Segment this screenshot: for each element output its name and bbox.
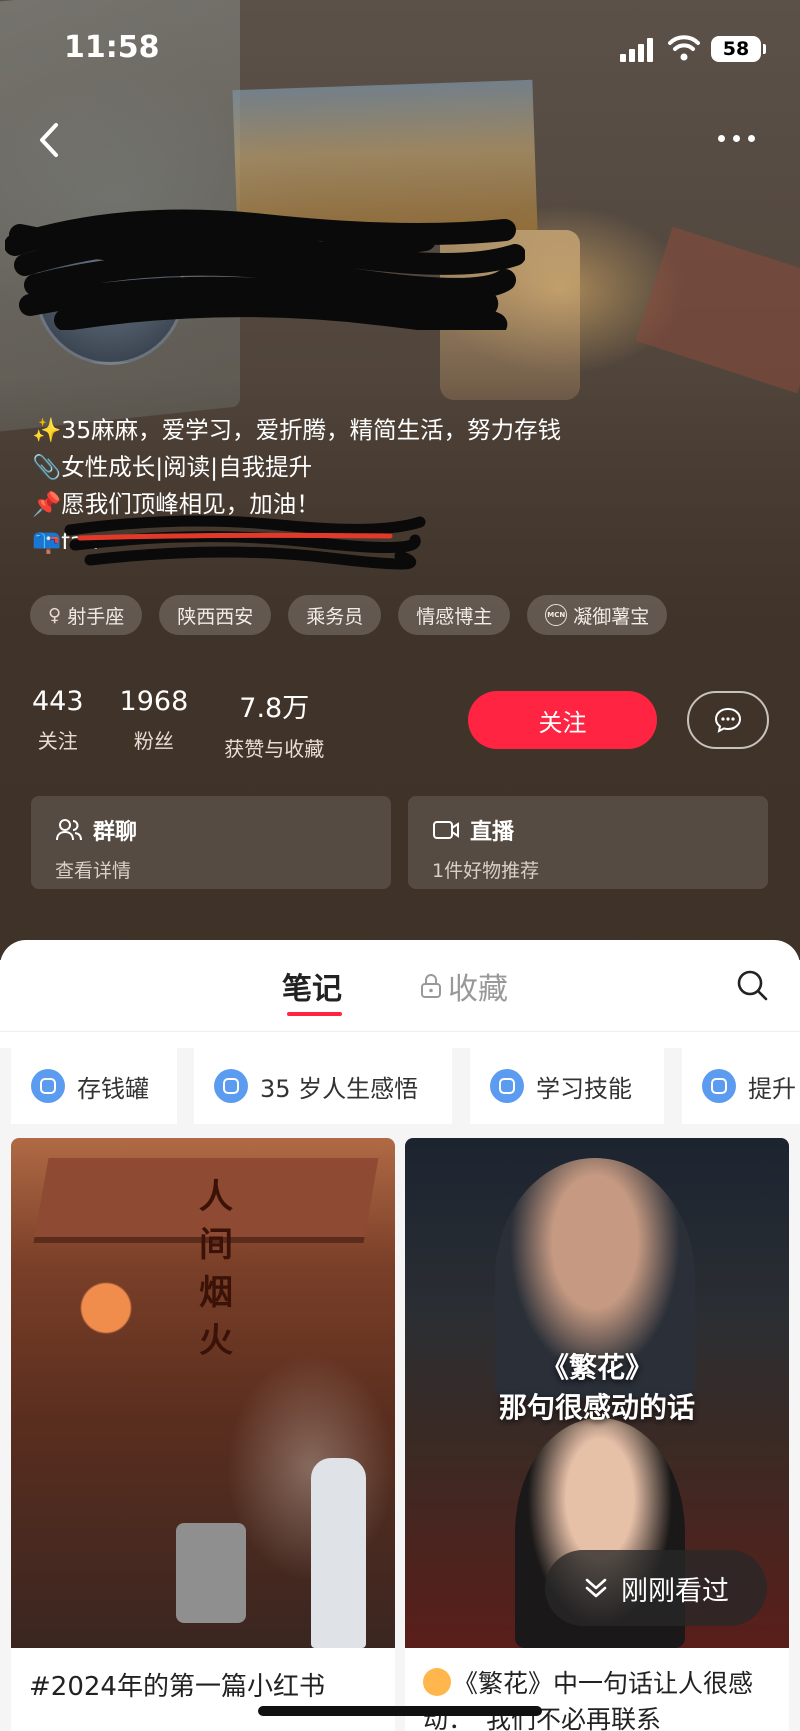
card-title: 群聊 — [93, 820, 138, 845]
redaction-scribble — [5, 209, 525, 330]
tag-category[interactable]: 情感博主 — [398, 595, 511, 635]
background-photo-book — [635, 226, 800, 394]
note-card[interactable]: 人间烟火 #2024年的第一篇小红书 — [11, 1138, 395, 1731]
tab-bar: 笔记 收藏 — [0, 940, 800, 1032]
collection-item[interactable]: 35 岁人生感悟 — [194, 1048, 452, 1124]
female-icon: ♀ — [48, 604, 62, 626]
group-icon — [56, 819, 82, 841]
status-time: 11:58 — [64, 30, 160, 65]
stat-followers[interactable]: 1968 粉丝 — [120, 686, 189, 762]
lock-icon — [421, 974, 441, 998]
tag-label: 情感博主 — [416, 605, 493, 628]
tab-favorites-label: 收藏 — [448, 972, 508, 1007]
collection-list: 存钱罐 35 岁人生感悟 学习技能 提升 — [0, 1048, 800, 1124]
bio-line: 📎女性成长|阅读|自我提升 — [32, 453, 313, 481]
stat-value: 1968 — [119, 686, 189, 717]
tag-zodiac[interactable]: ♀ 射手座 — [30, 595, 143, 635]
collection-item[interactable]: 提升 — [682, 1048, 800, 1124]
crying-face-icon — [423, 1668, 451, 1696]
tab-notes[interactable]: 笔记 — [282, 964, 342, 1008]
collection-item[interactable]: 存钱罐 — [11, 1048, 177, 1124]
more-options-icon[interactable] — [718, 128, 768, 148]
card-title: 直播 — [470, 820, 515, 845]
person-figure — [311, 1458, 366, 1648]
profile-tags: ♀ 射手座 陕西西安 乘务员 情感博主 MCN 凝御薯宝 — [30, 595, 668, 635]
stat-label: 粉丝 — [133, 729, 174, 753]
cover-overlay-title: 《繁花》 那句很感动的话 — [405, 1348, 789, 1428]
collection-label: 存钱罐 — [77, 1074, 149, 1103]
collection-label: 提升 — [748, 1074, 796, 1103]
collection-icon — [490, 1069, 524, 1103]
live-icon — [433, 821, 459, 839]
cover-text: 人间烟火 — [199, 1177, 233, 1361]
vendor-figure — [176, 1523, 246, 1623]
note-title-text: 《繁花》中一句话让人很感动：“我们不必再联系 — [423, 1669, 754, 1731]
collection-icon — [702, 1069, 736, 1103]
wifi-icon — [668, 35, 700, 61]
stat-following[interactable]: 443 关注 — [32, 686, 84, 762]
tag-label: 陕西西安 — [177, 605, 254, 628]
tag-label: 乘务员 — [306, 605, 364, 628]
cover-title-line: 《繁花》 — [540, 1351, 653, 1384]
battery-icon: 58 — [711, 36, 766, 62]
back-icon[interactable] — [30, 115, 70, 165]
double-chevron-down-icon — [585, 1578, 607, 1598]
group-chat-card[interactable]: 群聊 查看详情 — [31, 796, 391, 889]
home-indicator[interactable] — [258, 1706, 542, 1716]
profile-header: 11:58 58 ✨35麻麻，爱学习，爱折腾，精简生活，努力存钱 📎女性成长|阅… — [0, 0, 800, 960]
stat-label: 关注 — [37, 729, 78, 753]
recently-viewed-label: 刚刚看过 — [621, 1575, 729, 1607]
collection-label: 35 岁人生感悟 — [260, 1074, 419, 1103]
tag-location[interactable]: 陕西西安 — [159, 595, 272, 635]
live-card[interactable]: 直播 1件好物推荐 — [408, 796, 768, 889]
stat-value: 7.8万 — [239, 693, 310, 724]
recently-viewed-button[interactable]: 刚刚看过 — [545, 1550, 767, 1626]
tag-mcn[interactable]: MCN 凝御薯宝 — [527, 595, 668, 635]
tag-label: 射手座 — [67, 605, 125, 628]
tab-favorites[interactable]: 收藏 — [420, 964, 508, 1008]
card-subtitle: 查看详情 — [55, 860, 132, 882]
stat-likes-favorites[interactable]: 7.8万 获赞与收藏 — [224, 686, 324, 762]
collection-icon — [214, 1069, 248, 1103]
note-title: #2024年的第一篇小红书 — [29, 1672, 325, 1702]
signal-icon — [620, 38, 654, 62]
chat-bubble-icon — [714, 707, 742, 733]
cover-title-line: 那句很感动的话 — [498, 1391, 695, 1424]
profile-stats: 443 关注 1968 粉丝 7.8万 获赞与收藏 — [32, 686, 324, 762]
redaction-scribble — [64, 515, 426, 570]
tag-label: 凝御薯宝 — [573, 605, 650, 628]
stat-value: 443 — [32, 686, 84, 717]
note-cover-image: 人间烟火 — [11, 1138, 395, 1648]
message-button[interactable] — [687, 691, 769, 749]
mcn-icon: MCN — [545, 604, 568, 626]
note-card[interactable]: 《繁花》 那句很感动的话 《繁花》中一句话让人很感动：“我们不必再联系 — [405, 1138, 789, 1731]
card-subtitle: 1件好物推荐 — [432, 860, 540, 882]
collection-label: 学习技能 — [536, 1074, 632, 1103]
content-panel: 笔记 收藏 存钱罐 35 岁人生感悟 学习技能 提升 人间烟火 #2024年的第… — [0, 940, 800, 1731]
active-tab-indicator — [287, 1012, 342, 1016]
collection-icon — [31, 1069, 65, 1103]
follow-button[interactable]: 关注 — [468, 691, 657, 749]
bio-line: ✨35麻麻，爱学习，爱折腾，精简生活，努力存钱 — [32, 416, 562, 444]
stat-label: 获赞与收藏 — [224, 737, 325, 761]
tag-occupation[interactable]: 乘务员 — [288, 595, 382, 635]
note-title: 《繁花》中一句话让人很感动：“我们不必再联系 — [423, 1666, 783, 1731]
search-icon[interactable] — [735, 968, 769, 1002]
collection-item[interactable]: 学习技能 — [470, 1048, 664, 1124]
